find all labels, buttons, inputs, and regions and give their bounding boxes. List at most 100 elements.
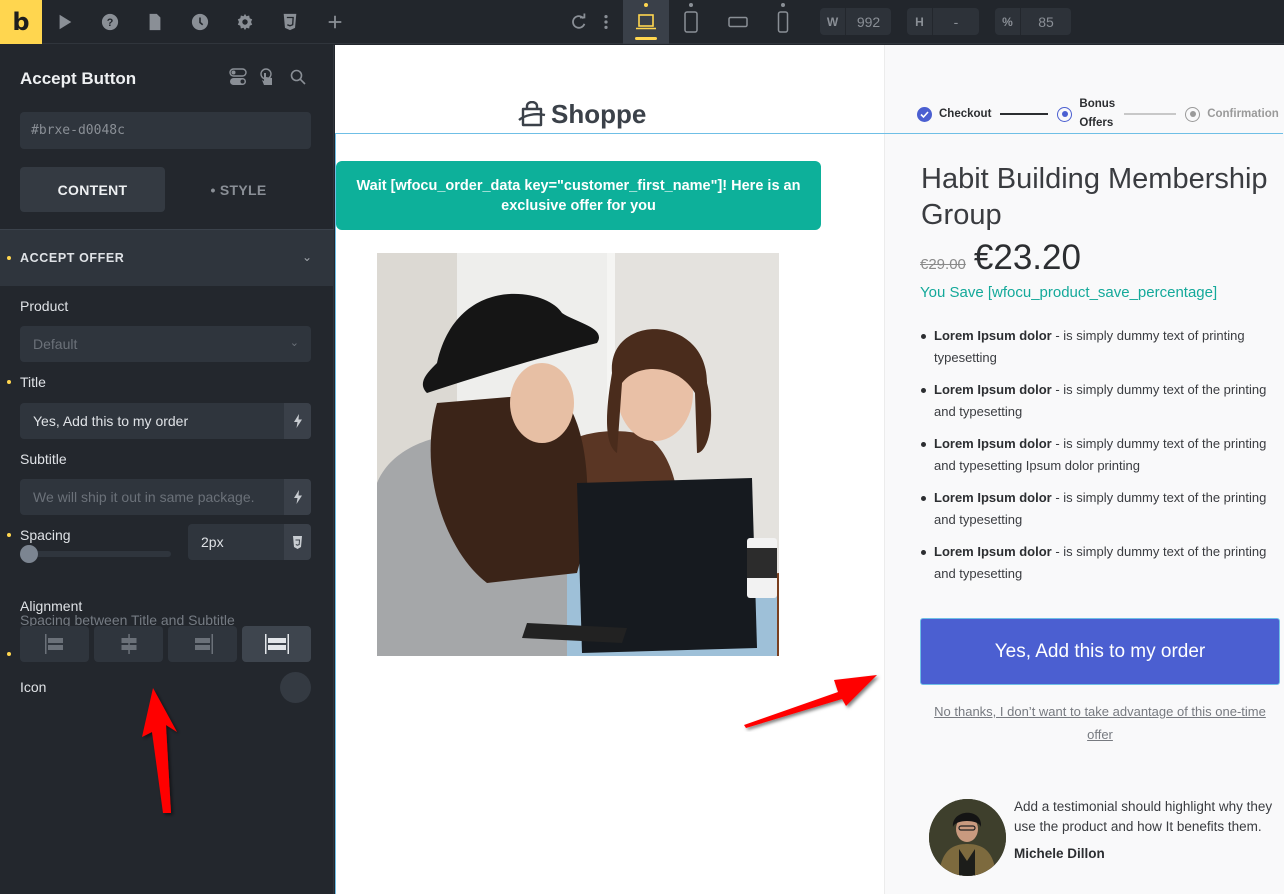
history-icon[interactable] [190, 12, 210, 32]
feature-item: Lorem Ipsum dolor - is simply dummy text… [920, 487, 1284, 531]
panel-title: Accept Button [20, 69, 137, 88]
upcoming-step-icon [1185, 106, 1201, 122]
tab-style[interactable]: • STYLE [166, 167, 311, 212]
height-input[interactable]: H - [907, 8, 979, 35]
product-value: Default [33, 336, 78, 352]
align-right-icon [194, 634, 213, 654]
interaction-icon[interactable] [257, 67, 277, 87]
tab-content[interactable]: CONTENT [20, 167, 165, 212]
product-image [377, 253, 779, 656]
width-input[interactable]: W 992 [820, 8, 891, 35]
accept-offer-button[interactable]: Yes, Add this to my order [920, 618, 1280, 685]
title-input[interactable]: Yes, Add this to my order [20, 403, 311, 439]
align-left-button[interactable] [20, 626, 89, 662]
add-icon[interactable] [325, 12, 345, 32]
align-left-icon [44, 634, 63, 654]
offer-banner: Wait [wfocu_order_data key="customer_fir… [336, 161, 821, 230]
align-center-button[interactable] [94, 626, 163, 662]
shopping-bag-icon [518, 100, 546, 126]
brand-name: Shoppe [551, 99, 647, 129]
icon-picker[interactable] [280, 672, 311, 703]
product-title: Habit Building Membership Group [921, 163, 1268, 231]
breakpoint-dot [644, 3, 648, 7]
icon-label: Icon [20, 679, 47, 695]
step-checkout: Checkout [917, 106, 992, 122]
spacing-input[interactable]: 2px [188, 524, 311, 560]
dynamic-data-icon[interactable] [284, 403, 311, 439]
testimonial-author: Michele Dillon [1014, 846, 1105, 861]
feature-bold: Lorem Ipsum dolor [934, 490, 1052, 505]
active-indicator [635, 37, 657, 40]
spacing-value: 2px [201, 534, 224, 550]
device-mobile-button[interactable] [760, 0, 806, 44]
width-label: W [820, 8, 846, 35]
laptop-icon [636, 14, 656, 30]
modified-dot [7, 652, 11, 656]
tablet-portrait-icon [684, 11, 698, 33]
feature-bold: Lorem Ipsum dolor [934, 382, 1052, 397]
feature-item: Lorem Ipsum dolor - is simply dummy text… [920, 379, 1284, 423]
product-select[interactable]: Default ⌄ [20, 326, 311, 362]
step-label: Confirmation [1207, 108, 1279, 120]
spacing-label: Spacing [20, 527, 71, 543]
toggle-icon[interactable] [228, 67, 248, 87]
device-laptop-button[interactable] [623, 0, 669, 44]
zoom-value: 85 [1038, 13, 1054, 30]
dynamic-data-icon[interactable] [284, 479, 311, 515]
brand-logo[interactable]: Shoppe [517, 99, 646, 130]
title-value: Yes, Add this to my order [33, 413, 189, 429]
alignment-label: Alignment [20, 598, 83, 614]
offer-price: €23.20 [973, 238, 1081, 277]
feature-item: Lorem Ipsum dolor - is simply dummy text… [920, 541, 1284, 585]
align-stretch-button[interactable] [242, 626, 311, 662]
align-center-icon [121, 634, 136, 654]
feature-bold: Lorem Ipsum dolor [934, 328, 1052, 343]
align-right-button[interactable] [168, 626, 237, 662]
help-icon[interactable]: ? [100, 12, 120, 32]
element-id-field[interactable]: #brxe-d0048c [20, 112, 311, 149]
element-settings-panel: Accept Button #brxe-d0048c CONTENT • STY… [0, 45, 334, 894]
pointer-icon[interactable] [55, 12, 75, 32]
accept-offer-group-header[interactable]: ACCEPT OFFER ⌄ [0, 229, 334, 286]
zoom-input[interactable]: % 85 [995, 8, 1071, 35]
settings-icon[interactable] [235, 12, 255, 32]
builder-toolbar: b ? W 992 H - % 85 [0, 0, 1284, 44]
redo-icon[interactable] [569, 12, 589, 32]
step-connector [1124, 113, 1177, 115]
more-icon[interactable] [596, 12, 616, 32]
feature-bold: Lorem Ipsum dolor [934, 436, 1052, 451]
modified-dot [7, 533, 11, 537]
feature-item: Lorem Ipsum dolor - is simply dummy text… [920, 325, 1284, 369]
breakpoint-dot [781, 3, 785, 7]
device-tablet-portrait-button[interactable] [668, 0, 714, 44]
align-stretch-icon [264, 634, 289, 654]
feature-list: Lorem Ipsum dolor - is simply dummy text… [920, 325, 1284, 595]
avatar [929, 799, 1006, 876]
width-value: 992 [856, 13, 881, 30]
spacing-slider-track[interactable] [20, 551, 171, 557]
breakpoint-dot [689, 3, 693, 7]
feature-bold: Lorem Ipsum dolor [934, 544, 1052, 559]
step-label: Bonus Offers [1079, 98, 1116, 129]
bricks-logo[interactable]: b [0, 0, 42, 44]
step-connector [1000, 113, 1049, 115]
modified-dot [7, 256, 11, 260]
step-bonus-offers: Bonus Offers [1057, 95, 1115, 133]
search-icon[interactable] [288, 67, 308, 87]
step-label: Checkout [939, 108, 992, 120]
savings-text: You Save [wfocu_product_save_percentage] [920, 284, 1218, 301]
decline-offer-link[interactable]: No thanks, I don’t want to take advantag… [920, 700, 1280, 746]
testimonial-quote: Add a testimonial should highlight why t… [1014, 799, 1273, 834]
spacing-slider-thumb[interactable] [20, 545, 38, 563]
css-units-icon[interactable] [284, 524, 311, 560]
css3-icon[interactable] [280, 12, 300, 32]
title-label: Title [20, 374, 46, 390]
regular-price: €29.00 [920, 256, 966, 273]
preview-canvas: Shoppe Checkout Bonus Offers Confirmatio… [335, 45, 1284, 894]
page-icon[interactable] [145, 12, 165, 32]
device-tablet-landscape-button[interactable] [715, 0, 761, 44]
subtitle-label: Subtitle [20, 451, 67, 467]
group-label: ACCEPT OFFER [20, 251, 125, 265]
feature-item: Lorem Ipsum dolor - is simply dummy text… [920, 433, 1284, 477]
subtitle-input[interactable]: We will ship it out in same package. [20, 479, 311, 515]
